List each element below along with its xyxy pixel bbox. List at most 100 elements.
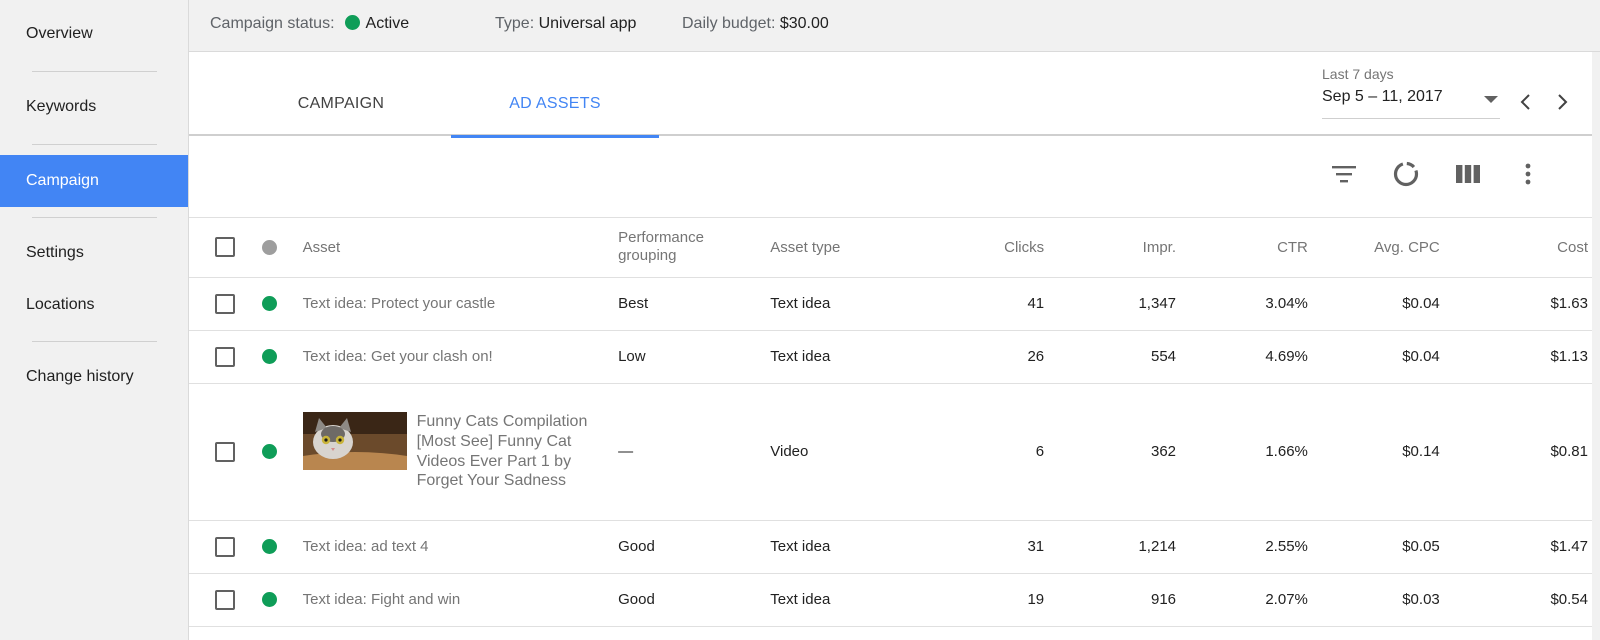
date-range-value[interactable]: Sep 5 – 11, 2017 [1322, 88, 1443, 106]
sidebar-item-locations[interactable]: Locations [0, 279, 188, 331]
enabled-status-dot-icon[interactable] [262, 592, 278, 607]
cell-impr: 916 [1044, 573, 1177, 627]
video-thumbnail[interactable] [302, 412, 407, 471]
row-select-cell [189, 277, 263, 331]
cell-performance: Low [618, 330, 771, 384]
row-checkbox[interactable] [215, 441, 235, 462]
cell-asset: Text idea: ad text 4 [302, 520, 619, 574]
select-all-checkbox[interactable] [215, 237, 235, 258]
cell-asset-type: Video [770, 383, 923, 521]
cell-cost: $0.81 [1439, 383, 1592, 521]
cell-clicks: 26 [922, 330, 1045, 384]
cell-ctr: 3.04% [1176, 277, 1308, 331]
cell-ctr: 2.07% [1176, 573, 1308, 627]
row-status-cell [262, 277, 303, 331]
row-checkbox[interactable] [215, 293, 235, 314]
row-select-cell [189, 573, 263, 627]
columns-icon[interactable] [1452, 158, 1484, 190]
column-header-asset[interactable]: Asset [302, 218, 619, 278]
segment-icon[interactable] [1390, 158, 1422, 190]
cell-impr: 1,214 [1044, 520, 1177, 574]
enabled-status-dot-icon[interactable] [262, 296, 278, 311]
cell-performance: — [618, 383, 771, 521]
table-toolbar [189, 136, 1592, 218]
cell-performance: Best [618, 277, 771, 331]
cell-avg-cpc: $0.04 [1307, 330, 1440, 384]
row-status-cell [262, 573, 303, 627]
cell-asset-type: Text idea [770, 573, 923, 627]
ad-assets-table: Asset Performance grouping Asset type Cl… [189, 218, 1592, 627]
enabled-status-dot-icon[interactable] [262, 444, 278, 459]
row-status-cell [262, 520, 303, 574]
video-title: Funny Cats Compilation [Most See] Funny … [416, 413, 588, 490]
campaign-type: Type: Universal app [495, 15, 636, 33]
cell-asset: Text idea: Fight and win [302, 573, 619, 627]
dropdown-arrow-icon[interactable] [1484, 96, 1498, 103]
cell-asset: Funny Cats Compilation [Most See] Funny … [302, 383, 619, 521]
sidebar-item-settings[interactable]: Settings [0, 227, 188, 279]
table-header-row: Asset Performance grouping Asset type Cl… [189, 218, 1592, 278]
row-checkbox[interactable] [215, 346, 235, 367]
cell-ctr: 4.69% [1176, 330, 1308, 384]
sidebar-item-keywords[interactable]: Keywords [0, 81, 188, 133]
sidebar-item-change-history[interactable]: Change history [0, 351, 188, 403]
table-row: Text idea: ad text 4 Good Text idea 31 1… [189, 520, 1592, 574]
cell-avg-cpc: $0.04 [1307, 277, 1440, 331]
cell-asset-type: Text idea [770, 520, 923, 574]
daily-budget-label: Daily budget: [682, 15, 776, 32]
column-header-asset-type[interactable]: Asset type [770, 218, 923, 278]
row-checkbox[interactable] [215, 536, 235, 557]
date-range-label: Last 7 days [1322, 66, 1394, 82]
column-header-ctr[interactable]: CTR [1176, 218, 1308, 278]
chevron-right-icon[interactable] [1550, 90, 1574, 114]
tab-ad-assets[interactable]: AD ASSETS [451, 52, 659, 138]
date-range-picker[interactable]: Last 7 days Sep 5 – 11, 2017 [1322, 66, 1592, 126]
enabled-status-dot-icon[interactable] [262, 349, 278, 364]
cell-cost: $0.54 [1439, 573, 1592, 627]
cell-ctr: 2.55% [1176, 520, 1308, 574]
sidebar-divider [32, 71, 157, 72]
cell-clicks: 19 [922, 573, 1045, 627]
cell-asset: Text idea: Get your clash on! [302, 330, 619, 384]
sidebar-divider [32, 217, 157, 218]
daily-budget-value: $30.00 [779, 15, 829, 32]
column-header-impr[interactable]: Impr. [1044, 218, 1177, 278]
row-select-cell [189, 383, 263, 521]
row-status-cell [262, 383, 303, 521]
cell-asset-type: Text idea [770, 330, 923, 384]
row-select-cell [189, 520, 263, 574]
enabled-status-dot-icon[interactable] [262, 539, 278, 554]
sidebar-divider [32, 341, 157, 342]
date-range-underline [1322, 118, 1500, 119]
cell-ctr: 1.66% [1176, 383, 1308, 521]
row-status-cell [262, 330, 303, 384]
sidebar-item-overview[interactable]: Overview [0, 8, 188, 60]
column-header-clicks[interactable]: Clicks [922, 218, 1045, 278]
table-row: Text idea: Protect your castle Best Text… [189, 277, 1592, 331]
tab-campaign[interactable]: CAMPAIGN [246, 52, 436, 136]
cell-avg-cpc: $0.14 [1307, 383, 1440, 521]
active-status-dot-icon [344, 15, 360, 30]
cell-impr: 1,347 [1044, 277, 1177, 331]
row-checkbox[interactable] [215, 589, 235, 610]
column-header-performance-grouping[interactable]: Performance grouping [618, 218, 771, 278]
campaign-status-value: Active [365, 15, 410, 32]
cell-impr: 554 [1044, 330, 1177, 384]
table-row: Text idea: Fight and win Good Text idea … [189, 573, 1592, 627]
sidebar-item-campaign[interactable]: Campaign [0, 155, 188, 207]
cell-cost: $1.47 [1439, 520, 1592, 574]
sidebar-divider [32, 144, 157, 145]
chevron-left-icon[interactable] [1514, 90, 1538, 114]
campaign-status-label: Campaign status: [210, 15, 335, 32]
filter-icon[interactable] [1328, 158, 1360, 190]
status-header-cell [262, 218, 303, 278]
column-header-avg-cpc[interactable]: Avg. CPC [1307, 218, 1440, 278]
more-vert-icon[interactable] [1512, 158, 1544, 190]
sidebar: Overview Keywords Campaign Settings Loca… [0, 0, 189, 640]
table-row: Funny Cats Compilation [Most See] Funny … [189, 383, 1592, 521]
cell-impr: 362 [1044, 383, 1177, 521]
cell-clicks: 41 [922, 277, 1045, 331]
table-row: Text idea: Get your clash on! Low Text i… [189, 330, 1592, 384]
status-header-dot-icon[interactable] [262, 239, 278, 255]
column-header-cost[interactable]: Cost [1439, 218, 1592, 278]
